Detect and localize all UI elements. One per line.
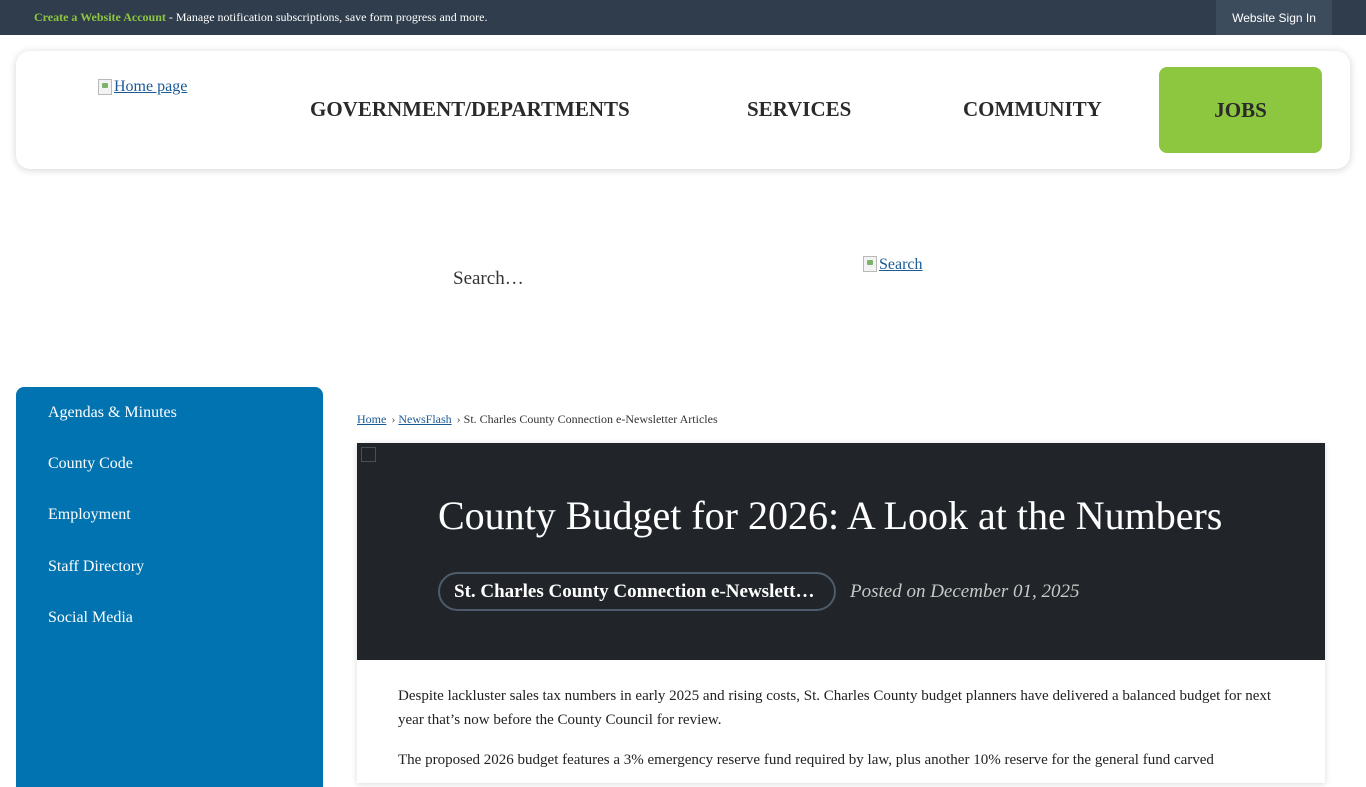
breadcrumb: Home › NewsFlash › St. Charles County Connec… — [357, 412, 718, 427]
breadcrumb-current: St. Charles County Connection e-Newslett… — [463, 412, 718, 426]
sidebar-quick-links: Agendas & Minutes County Code Employment… — [16, 387, 323, 787]
site-header: Home page GOVERNMENT/DEPARTMENTS SERVICE… — [16, 51, 1350, 169]
sidebar-item-county-code[interactable]: County Code — [48, 455, 133, 473]
article-hero: County Budget for 2026: A Look at the Nu… — [357, 443, 1325, 660]
sidebar-item-staff-directory[interactable]: Staff Directory — [48, 558, 144, 576]
hero-image — [361, 447, 376, 462]
search-button[interactable]: Search — [863, 256, 923, 274]
article-category-label: St. Charles County Connection e-Newslett… — [454, 580, 820, 602]
nav-government-departments[interactable]: GOVERNMENT/DEPARTMENTS — [310, 97, 630, 122]
article-card: County Budget for 2026: A Look at the Nu… — [357, 443, 1325, 783]
create-account-link[interactable]: Create a Website Account — [34, 10, 166, 24]
article-title: County Budget for 2026: A Look at the Nu… — [438, 493, 1223, 538]
nav-community[interactable]: COMMUNITY — [963, 97, 1102, 122]
nav-services[interactable]: SERVICES — [747, 97, 851, 122]
search-button-alt: Search — [879, 256, 923, 273]
broken-image-icon — [98, 79, 112, 95]
search-input[interactable] — [441, 258, 841, 300]
article-paragraph: The proposed 2026 budget features a 3% e… — [398, 752, 1214, 768]
home-logo-link[interactable]: Home page — [98, 78, 187, 96]
sidebar-item-agendas-minutes[interactable]: Agendas & Minutes — [48, 404, 177, 422]
article-paragraph: Despite lackluster sales tax numbers in … — [398, 688, 1272, 728]
breadcrumb-newsflash[interactable]: NewsFlash — [398, 412, 451, 426]
account-message-text: - Manage notification subscriptions, sav… — [165, 10, 488, 24]
article-category-pill[interactable]: St. Charles County Connection e-Newslett… — [438, 572, 836, 611]
home-logo-alt: Home page — [114, 78, 188, 95]
article-posted-date: Posted on December 01, 2025 — [850, 581, 1080, 602]
sidebar-item-social-media[interactable]: Social Media — [48, 609, 133, 627]
breadcrumb-separator-icon: › — [391, 412, 396, 426]
nav-jobs-button[interactable]: JOBS — [1159, 67, 1322, 153]
search-icon — [863, 256, 877, 272]
sidebar-item-employment[interactable]: Employment — [48, 506, 131, 524]
breadcrumb-home[interactable]: Home — [357, 412, 386, 426]
account-message: Create a Website Account - Manage notifi… — [34, 10, 487, 25]
breadcrumb-separator-icon: › — [456, 412, 461, 426]
top-bar: Create a Website Account - Manage notifi… — [0, 0, 1366, 35]
sign-in-button[interactable]: Website Sign In — [1216, 0, 1332, 35]
